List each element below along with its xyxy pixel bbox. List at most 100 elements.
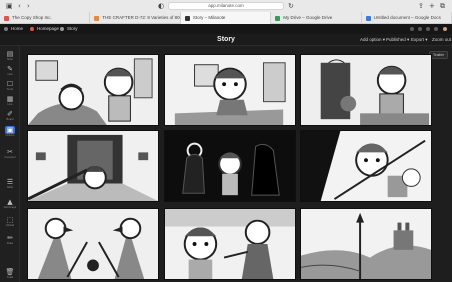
tool-label: Link <box>7 73 13 76</box>
todo-icon: ☐ <box>6 80 14 88</box>
storyboard-panel-7[interactable] <box>27 208 159 280</box>
home-icon <box>4 27 8 31</box>
add-image-icon: ▲ <box>7 198 13 206</box>
draw-icon: ✏ <box>7 234 13 242</box>
storyboard-panel-2[interactable] <box>164 54 296 126</box>
avatar[interactable] <box>443 27 447 31</box>
tab-favicon-icon <box>275 15 281 21</box>
tool-note[interactable]: ▤ Note <box>3 50 17 63</box>
share-icon[interactable]: ⇪ <box>418 2 424 10</box>
new-tab-icon[interactable]: + <box>429 2 435 10</box>
app-navigation-bar: Home Homepage Story <box>0 24 452 34</box>
board-title-bar: Story Add option ▾ Published ▾ Export ▾ … <box>0 34 452 46</box>
storyboard-sketch-image <box>28 55 158 125</box>
home-link[interactable]: Home <box>11 24 23 34</box>
tab-label: My Drive – Google Drive <box>283 15 333 20</box>
storyboard-sketch-image <box>301 55 431 125</box>
storyboard-panel-4[interactable] <box>27 130 159 202</box>
tab-label: THE CRAFTER D-72: 8 Varieties of 800 Pro… <box>102 15 180 20</box>
notifications-icon[interactable] <box>410 27 414 31</box>
forward-icon[interactable]: › <box>27 2 30 10</box>
storyboard-panel-9[interactable] <box>300 208 432 280</box>
storyboard-sketch-image <box>28 209 158 279</box>
tool-board[interactable]: ✐ Board <box>3 110 17 123</box>
reload-icon[interactable]: ↻ <box>288 2 294 10</box>
storyboard-sketch-image <box>165 209 295 279</box>
homepage-link[interactable]: Homepage <box>37 24 59 34</box>
add-option-button[interactable]: Add option ▾ <box>360 34 385 46</box>
homepage-icon <box>30 27 34 31</box>
tab-label: The Copy Shop Inc. <box>12 15 52 20</box>
shield-icon: ◐ <box>158 2 165 10</box>
browser-tab[interactable]: Story – Milanote <box>180 12 272 24</box>
tab-label: Untitled document – Google Docs <box>373 15 441 20</box>
zoom-out-button[interactable]: Zoom out <box>432 34 451 46</box>
tool-column[interactable]: ▣ Column <box>3 126 17 139</box>
tool-link[interactable]: ✎ Link <box>3 65 17 78</box>
help-icon[interactable] <box>418 27 422 31</box>
tool-draw[interactable]: ✏ Draw <box>3 234 17 247</box>
tool-label: Column <box>5 134 15 137</box>
board-canvas[interactable]: Trailer <box>21 46 452 282</box>
address-bar[interactable]: app.milanote.com <box>168 2 284 10</box>
tab-favicon-icon <box>184 15 190 21</box>
storyboard-sketch-image <box>165 55 295 125</box>
tool-add-image[interactable]: ▲ Add image <box>3 198 17 211</box>
browser-tab[interactable]: The Copy Shop Inc. <box>0 12 91 24</box>
story-icon <box>60 27 64 31</box>
storyboard-panel-8[interactable] <box>164 208 296 280</box>
export-button[interactable]: Export ▾ <box>411 34 428 46</box>
tool-label: Draw <box>6 242 14 245</box>
browser-chrome: ▣ ‹ › ◐ app.milanote.com ↻ ⇪ + ⧉ The Cop… <box>0 0 452 24</box>
browser-nav-row: ▣ ‹ › ◐ app.milanote.com ↻ ⇪ + ⧉ <box>0 0 452 12</box>
tool-line[interactable]: ▦ Line <box>3 95 17 108</box>
board-icon: ✐ <box>7 110 13 118</box>
storyboard-sketch-image <box>165 131 295 201</box>
tab-favicon-icon <box>94 15 100 21</box>
tab-overview-icon[interactable]: ⧉ <box>440 2 445 10</box>
table-icon: ☰ <box>6 178 14 186</box>
storyboard-sketch-image <box>301 131 431 201</box>
browser-tab[interactable]: Untitled document – Google Docs <box>362 12 452 24</box>
tool-label: Line <box>7 103 13 106</box>
published-button[interactable]: Published ▾ <box>386 34 409 46</box>
tab-favicon-icon <box>4 15 9 21</box>
tab-label: Story – Milanote <box>192 15 226 20</box>
story-breadcrumb[interactable]: Story <box>67 24 78 34</box>
storyboard-sketch-image <box>301 209 431 279</box>
sidebar-toggle-icon[interactable]: ▣ <box>6 2 13 10</box>
tab-favicon-icon <box>365 15 371 21</box>
browser-tab-strip: The Copy Shop Inc. THE CRAFTER D-72: 8 Va… <box>0 12 452 24</box>
tool-table[interactable]: ☰ Table <box>3 178 17 191</box>
tool-label: To-do <box>6 88 14 91</box>
tool-todo[interactable]: ☐ To-do <box>3 80 17 93</box>
tool-label: Table <box>6 186 14 189</box>
storyboard-panel-1[interactable] <box>27 54 159 126</box>
tool-label: Board <box>6 118 14 121</box>
storyboard-panel-3[interactable] <box>300 54 432 126</box>
tool-upload[interactable]: ⬚ Upload <box>3 216 17 229</box>
tool-label: Trash <box>6 276 14 279</box>
browser-tab[interactable]: THE CRAFTER D-72: 8 Varieties of 800 Pro… <box>90 12 181 24</box>
browser-tab[interactable]: My Drive – Google Drive <box>271 12 362 24</box>
storyboard-sketch-image <box>28 131 158 201</box>
storyboard-panel-5[interactable] <box>164 130 296 202</box>
settings-icon[interactable] <box>434 27 438 31</box>
tool-label: Note <box>7 58 13 61</box>
line-icon: ▦ <box>6 95 14 103</box>
tool-label: Add image <box>3 206 17 209</box>
storyboard-panel-6[interactable] <box>300 130 432 202</box>
link-icon: ✎ <box>7 65 13 73</box>
tool-sidebar: ▤ Note ✎ Link ☐ To-do ▦ Line ✐ Board ▣ Column ✂ Comme… <box>0 46 20 282</box>
column-icon: ▣ <box>5 126 15 134</box>
tool-label: Upload <box>5 224 15 227</box>
search-icon[interactable] <box>426 27 430 31</box>
tool-label: Comment <box>4 156 16 159</box>
trash-icon: 🗑 <box>5 268 15 276</box>
note-icon: ▤ <box>6 50 14 58</box>
tool-trash[interactable]: 🗑 Trash <box>3 268 17 281</box>
upload-icon: ⬚ <box>6 216 14 224</box>
back-icon[interactable]: ‹ <box>18 2 21 10</box>
comment-icon: ✂ <box>7 148 13 156</box>
tool-comment[interactable]: ✂ Comment <box>3 148 17 161</box>
